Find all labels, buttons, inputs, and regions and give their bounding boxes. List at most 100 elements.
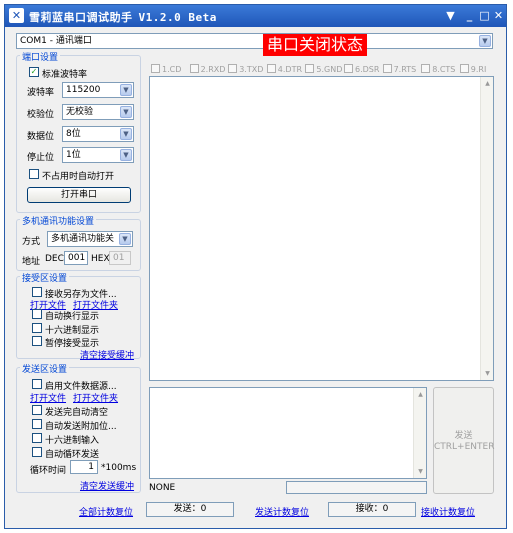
chevron-down-icon[interactable]: ▼: [120, 149, 132, 161]
signal-label: 4.DTR: [277, 65, 303, 74]
signal-led-icon: [344, 64, 353, 73]
auto-wrap-label: 自动换行显示: [45, 312, 100, 322]
databits-select[interactable]: 8位 ▼: [62, 126, 134, 142]
status-field: [286, 481, 427, 494]
hex-field[interactable]: 01: [109, 251, 131, 265]
auto-clear-label: 发送完自动清空: [45, 408, 109, 418]
auto-append-label: 自动发送附加位...: [45, 422, 117, 432]
send-button-label: 发送: [454, 431, 473, 441]
pause-checkbox[interactable]: [32, 336, 42, 346]
signal-indicator: 7.RTS: [382, 64, 417, 74]
clear-receive-link[interactable]: 清空接受缓冲: [80, 348, 134, 361]
file-source-checkbox[interactable]: [32, 379, 42, 389]
signal-label: 2.RXD: [200, 65, 226, 74]
menu-dropdown-icon[interactable]: ▼: [442, 8, 459, 23]
send-open-file-link[interactable]: 打开文件: [30, 391, 66, 404]
send-textarea[interactable]: ▲ ▼: [149, 387, 427, 479]
signal-label: 3.TXD: [239, 65, 264, 74]
signal-indicator: 5.GND: [305, 64, 342, 74]
stopbits-select[interactable]: 1位 ▼: [62, 147, 134, 163]
auto-open-checkbox[interactable]: [29, 169, 39, 179]
window-title: 雪莉蓝串口调试助手 V1.2.0 Beta: [29, 9, 217, 25]
port-status-title: 串口关闭状态: [263, 34, 368, 56]
reset-all-link[interactable]: 全部计数复位: [79, 505, 133, 518]
signal-led-icon: [459, 64, 469, 73]
chevron-down-icon[interactable]: ▼: [120, 106, 132, 118]
auto-append-checkbox[interactable]: [32, 419, 42, 429]
scroll-up-icon[interactable]: ▲: [482, 78, 493, 89]
hex-input-label: 十六进制输入: [45, 436, 100, 446]
signal-label: 8.CTS: [432, 65, 456, 74]
signal-led-icon: [382, 64, 392, 73]
port-select[interactable]: COM1 - 通讯端口 ▼: [16, 33, 493, 49]
parity-select[interactable]: 无校验 ▼: [62, 104, 134, 120]
signal-indicator: 6.DSR: [344, 64, 379, 74]
scroll-down-icon[interactable]: ▼: [482, 368, 493, 379]
send-button[interactable]: 发送 CTRL+ENTER: [433, 387, 494, 494]
signal-indicator: 8.CTS: [421, 64, 455, 74]
receive-scrollbar[interactable]: ▲ ▼: [480, 77, 493, 380]
reset-send-link[interactable]: 发送计数复位: [255, 505, 309, 518]
send-scrollbar[interactable]: ▲ ▼: [413, 388, 426, 478]
receive-textarea[interactable]: ▲ ▼: [149, 76, 494, 381]
close-icon[interactable]: ✕: [490, 8, 507, 23]
app-name: 雪莉蓝串口调试助手: [29, 11, 133, 24]
chevron-down-icon[interactable]: ▼: [120, 128, 132, 140]
app-logo-icon: ✕: [9, 8, 24, 23]
cycle-label: 循环时间: [30, 466, 67, 476]
chevron-down-icon[interactable]: ▼: [120, 84, 132, 96]
signal-led-icon: [421, 64, 431, 73]
scroll-up-icon[interactable]: ▲: [415, 389, 426, 400]
status-none: NONE: [149, 483, 176, 493]
mode-select[interactable]: 多机通讯功能关 ▼: [47, 231, 133, 247]
auto-open-label: 不占用时自动打开: [42, 172, 115, 182]
save-file-checkbox[interactable]: [32, 287, 42, 297]
open-port-button[interactable]: 打开串口: [27, 187, 131, 203]
hex-input-checkbox[interactable]: [32, 433, 42, 443]
auto-loop-checkbox[interactable]: [32, 447, 42, 457]
port-select-value: COM1 - 通讯端口: [20, 36, 92, 46]
stopbits-value: 1位: [66, 150, 81, 160]
chevron-down-icon[interactable]: ▼: [479, 35, 491, 47]
signal-led-icon: [305, 64, 315, 73]
send-open-folder-link[interactable]: 打开文件夹: [73, 391, 118, 404]
databits-label: 数据位: [27, 132, 55, 142]
signal-label: 5.GND: [316, 65, 343, 74]
parity-label: 校验位: [27, 110, 55, 120]
reset-recv-link[interactable]: 接收计数复位: [421, 505, 475, 518]
clear-send-link[interactable]: 清空发送缓冲: [80, 479, 134, 492]
auto-loop-label: 自动循环发送: [45, 450, 100, 460]
main-window: ✕ 雪莉蓝串口调试助手 V1.2.0 Beta ▼ _ □ ✕ COM1 - 通讯…: [4, 4, 507, 529]
send-settings-label: 发送区设置: [20, 362, 70, 375]
hex-display-checkbox[interactable]: [32, 323, 42, 333]
baud-value: 115200: [66, 85, 101, 95]
databits-value: 8位: [66, 129, 81, 139]
receive-settings-label: 接受区设置: [20, 271, 70, 284]
hex-display-label: 十六进制显示: [45, 326, 100, 336]
signal-indicator: 9.RI: [459, 64, 487, 74]
mode-label: 方式: [22, 237, 41, 247]
cycle-field[interactable]: 1: [70, 460, 98, 474]
auto-clear-checkbox[interactable]: [32, 405, 42, 415]
signal-indicator: 2.RXD: [189, 64, 226, 74]
send-count: 发送：0: [146, 502, 234, 517]
signal-led-icon: [189, 64, 199, 73]
std-baud-checkbox[interactable]: ✓: [29, 67, 39, 77]
signal-label: 9.RI: [470, 65, 487, 74]
app-version: V1.2.0 Beta: [138, 11, 217, 24]
auto-wrap-checkbox[interactable]: [32, 309, 42, 319]
chevron-down-icon[interactable]: ▼: [119, 233, 131, 245]
port-settings-label: 端口设置: [20, 50, 61, 63]
signal-indicator: 4.DTR: [266, 64, 303, 74]
signal-label: 7.RTS: [393, 65, 417, 74]
dec-field[interactable]: 001: [64, 251, 88, 265]
mode-value: 多机通讯功能关: [51, 234, 115, 244]
baud-select[interactable]: 115200 ▼: [62, 82, 134, 98]
cycle-unit: *100ms: [101, 463, 137, 473]
title-bar[interactable]: ✕ 雪莉蓝串口调试助手 V1.2.0 Beta ▼ _ □ ✕: [5, 5, 506, 27]
parity-value: 无校验: [66, 107, 94, 117]
scroll-down-icon[interactable]: ▼: [415, 466, 426, 477]
stopbits-label: 停止位: [27, 153, 55, 163]
signal-label: 6.DSR: [355, 65, 380, 74]
multi-settings-label: 多机通讯功能设置: [20, 214, 97, 227]
